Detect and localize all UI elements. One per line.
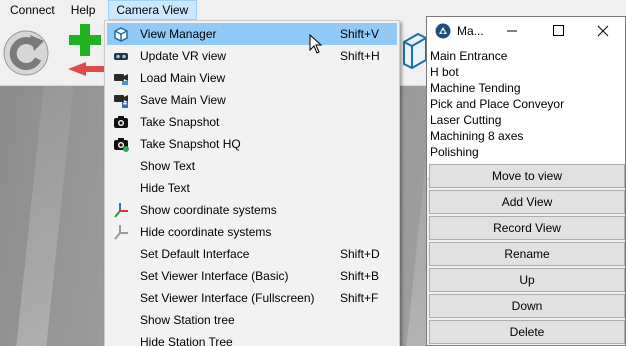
- menu-item-hide-text[interactable]: Hide Text: [107, 177, 397, 199]
- axes-gray-icon: [113, 224, 129, 240]
- delete-button[interactable]: Delete: [429, 320, 625, 344]
- load-camera-icon: [113, 70, 129, 86]
- add-plus-icon[interactable]: [66, 22, 106, 82]
- cube-outline-icon: [113, 26, 129, 42]
- list-item[interactable]: Machine Tending: [430, 81, 521, 95]
- menu-item-take-snapshot[interactable]: Take Snapshot: [107, 111, 397, 133]
- menu-item-set-viewer-interface-basic[interactable]: Set Viewer Interface (Basic) Shift+B: [107, 265, 397, 287]
- floor-stripe: [16, 86, 74, 346]
- list-item[interactable]: Machining 8 axes: [430, 129, 523, 143]
- list-item[interactable]: Main Entrance: [430, 49, 507, 63]
- list-item[interactable]: Pick and Place Conveyor: [430, 97, 564, 111]
- menu-item-save-main-view[interactable]: Save Main View: [107, 89, 397, 111]
- window-titlebar[interactable]: Ma...: [427, 17, 625, 45]
- menu-item-set-viewer-interface-fullscreen[interactable]: Set Viewer Interface (Fullscreen) Shift+…: [107, 287, 397, 309]
- list-item[interactable]: H bot: [430, 65, 459, 79]
- down-button[interactable]: Down: [429, 294, 625, 318]
- save-camera-icon: [113, 92, 129, 108]
- menu-camera-view[interactable]: Camera View: [108, 0, 198, 20]
- list-item[interactable]: Polishing: [430, 145, 479, 159]
- menu-item-view-manager[interactable]: View Manager Shift+V: [107, 23, 397, 45]
- minimize-icon[interactable]: [489, 17, 535, 45]
- maximize-icon[interactable]: [535, 17, 581, 45]
- view-manager-window: Ma... Main Entrance H bot Machine Tendin…: [426, 16, 626, 346]
- camera-view-menu: View Manager Shift+V Update VR view Shif…: [104, 20, 400, 346]
- rotate-back-icon[interactable]: [2, 29, 50, 77]
- menu-item-update-vr-view[interactable]: Update VR view Shift+H: [107, 45, 397, 67]
- app-logo-icon: [435, 23, 451, 39]
- menu-item-show-station-tree[interactable]: Show Station tree: [107, 309, 397, 331]
- menu-item-show-coordinate-systems[interactable]: Show coordinate systems: [107, 199, 397, 221]
- close-icon[interactable]: [579, 17, 625, 45]
- menu-item-load-main-view[interactable]: Load Main View: [107, 67, 397, 89]
- menu-connect[interactable]: Connect: [0, 0, 65, 20]
- menu-help[interactable]: Help: [65, 0, 109, 20]
- up-button[interactable]: Up: [429, 268, 625, 292]
- rename-button[interactable]: Rename: [429, 242, 625, 266]
- camera-icon: [113, 114, 129, 130]
- menu-item-take-snapshot-hq[interactable]: Take Snapshot HQ: [107, 133, 397, 155]
- menu-item-hide-station-tree[interactable]: Hide Station Tree: [107, 331, 397, 346]
- menu-item-set-default-interface[interactable]: Set Default Interface Shift+D: [107, 243, 397, 265]
- menu-item-hide-coordinate-systems[interactable]: Hide coordinate systems: [107, 221, 397, 243]
- move-to-view-button[interactable]: Move to view: [429, 164, 625, 188]
- axes-color-icon: [113, 202, 129, 218]
- list-item[interactable]: Laser Cutting: [430, 113, 501, 127]
- view-cube-icon[interactable]: [400, 20, 427, 76]
- vr-goggles-icon: [113, 48, 129, 64]
- views-list[interactable]: Main Entrance H bot Machine Tending Pick…: [427, 45, 625, 179]
- camera-hq-icon: [113, 136, 129, 152]
- add-view-button[interactable]: Add View: [429, 190, 625, 214]
- mouse-cursor-icon: [309, 33, 323, 54]
- window-title: Ma...: [457, 24, 484, 38]
- menu-item-show-text[interactable]: Show Text: [107, 155, 397, 177]
- record-view-button[interactable]: Record View: [429, 216, 625, 240]
